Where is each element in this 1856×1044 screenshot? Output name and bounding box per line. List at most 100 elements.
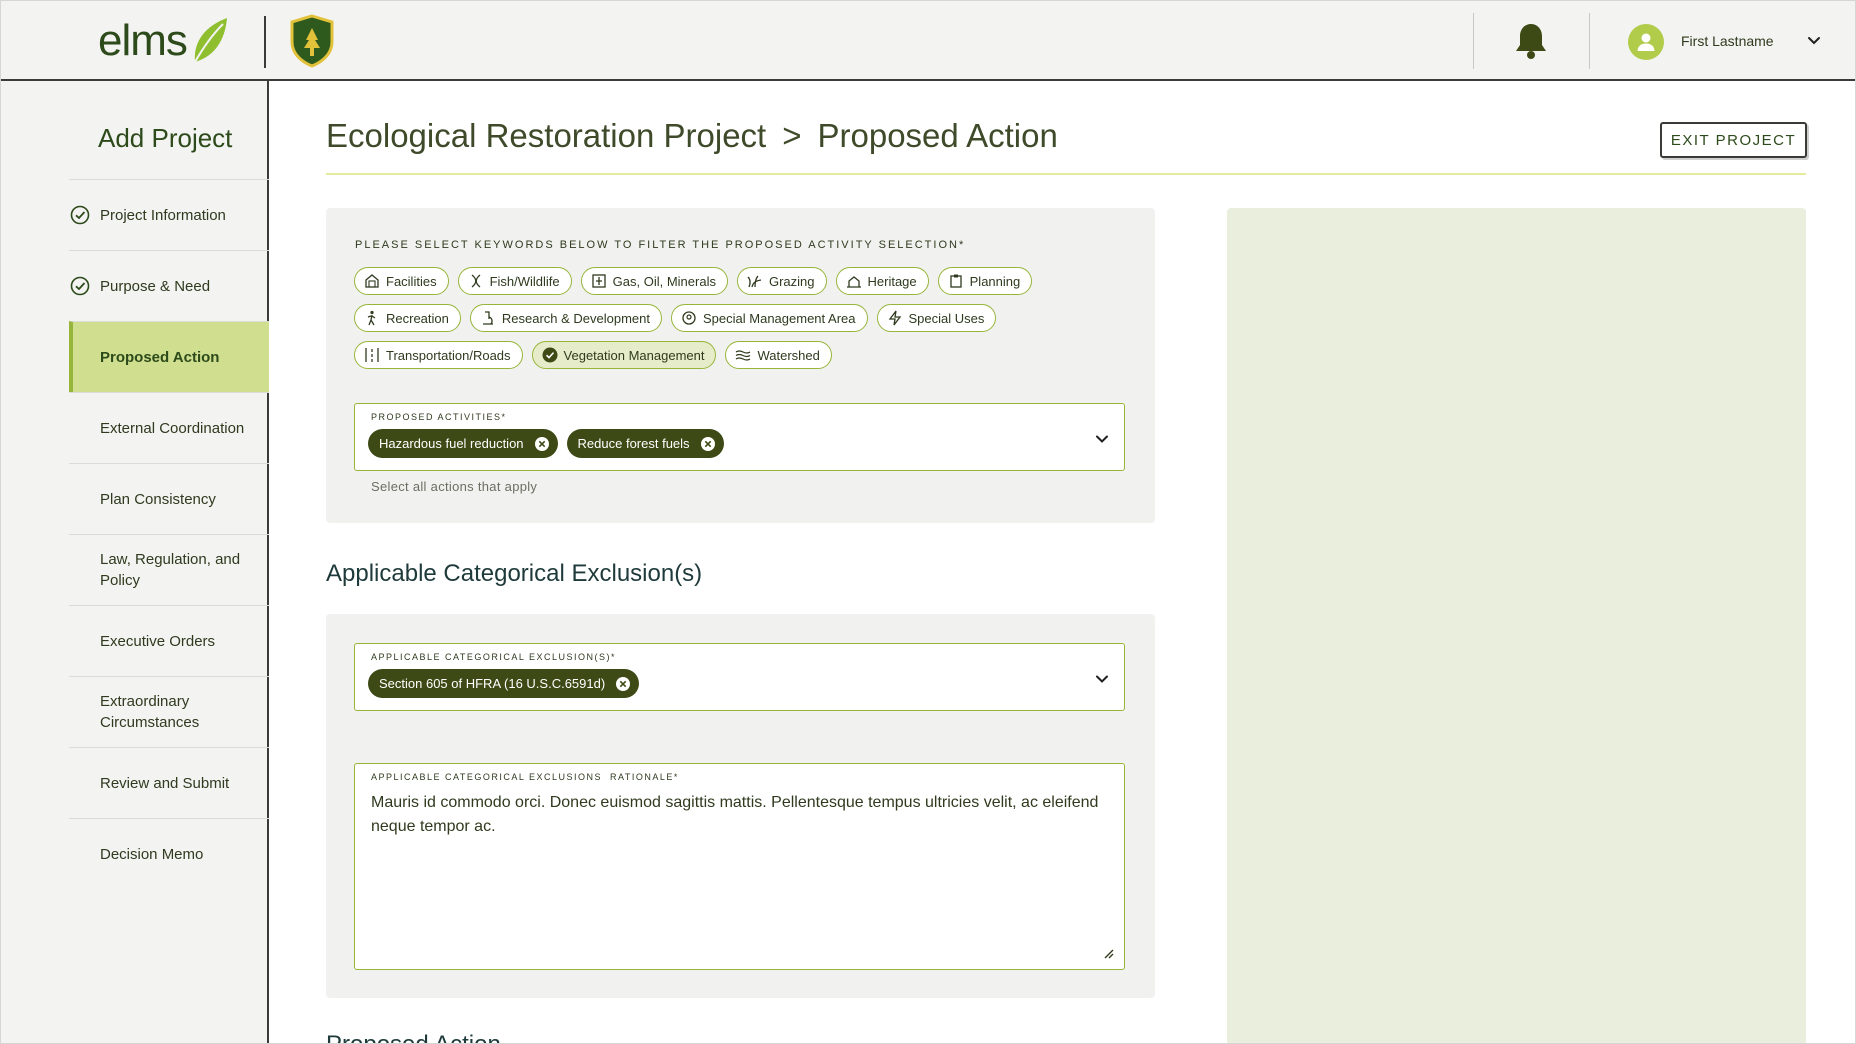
breadcrumb: Ecological Restoration Project > Proposed … <box>326 117 1058 155</box>
sidebar-item-label: Decision Memo <box>100 845 204 863</box>
tag-label: Reduce forest fuels <box>577 436 690 451</box>
keyword-chip-recreation[interactable]: Recreation <box>354 304 461 332</box>
close-circle-icon[interactable] <box>534 436 550 452</box>
sidebar-item-label: Law, Regulation, and Policy <box>100 551 241 589</box>
resize-handle-icon[interactable] <box>1102 947 1114 959</box>
field-label: APPLICABLE CATEGORICAL EXCLUSION(S)* <box>371 652 617 662</box>
sidebar-item-executive-orders[interactable]: Executive Orders <box>69 605 269 676</box>
field-label: APPLICABLE CATEGORICAL EXCLUSIONS RATION… <box>371 772 679 782</box>
check-circle-icon <box>70 205 90 225</box>
field-label: PROPOSED ACTIVITIES* <box>371 412 507 422</box>
categorical-exclusion-card: APPLICABLE CATEGORICAL EXCLUSION(S)* Sec… <box>326 614 1155 998</box>
sidebar-item-purpose-need[interactable]: Purpose & Need <box>69 250 269 321</box>
sidebar-item-project-information[interactable]: Project Information <box>69 179 269 250</box>
breadcrumb-separator: > <box>782 117 802 154</box>
keyword-chip-facilities[interactable]: Facilities <box>354 267 449 295</box>
keyword-chip-research-development[interactable]: Research & Development <box>469 304 663 332</box>
section-heading: Applicable Categorical Exclusion(s) <box>326 560 703 587</box>
chip-label: Vegetation Management <box>563 347 705 363</box>
chip-label: Watershed <box>757 347 820 363</box>
filter-label: PLEASE SELECT KEYWORDS BELOW TO FILTER T… <box>355 239 966 251</box>
logo-divider <box>264 16 266 68</box>
keyword-chip-special-uses[interactable]: Special Uses <box>876 304 997 332</box>
keyword-chip-planning[interactable]: Planning <box>937 267 1033 295</box>
chip-label: Gas, Oil, Minerals <box>612 273 716 289</box>
tag-label: Hazardous fuel reduction <box>379 436 524 451</box>
rationale-textarea[interactable]: APPLICABLE CATEGORICAL EXCLUSIONS RATION… <box>354 763 1125 970</box>
tag-label: Section 605 of HFRA (16 U.S.C.6591d) <box>379 676 606 691</box>
fish-icon <box>471 274 481 288</box>
sidebar-item-label: Extraordinary Circumstances <box>100 693 200 731</box>
side-panel <box>1227 208 1806 1043</box>
proposed-activities-select[interactable]: PROPOSED ACTIVITIES* Hazardous fuel redu… <box>354 403 1125 471</box>
elms-logo[interactable]: elms <box>98 15 229 67</box>
breadcrumb-project[interactable]: Ecological Restoration Project <box>326 117 766 154</box>
sidebar-item-decision-memo[interactable]: Decision Memo <box>69 818 269 889</box>
header-separator <box>1589 13 1590 69</box>
chip-label: Heritage <box>867 273 917 289</box>
sidebar-item-review-submit[interactable]: Review and Submit <box>69 747 269 818</box>
user-name[interactable]: First Lastname <box>1681 33 1774 49</box>
chip-label: Transportation/Roads <box>386 347 511 363</box>
selected-tag: Section 605 of HFRA (16 U.S.C.6591d) <box>368 669 640 698</box>
chevron-down-icon[interactable] <box>1094 671 1110 687</box>
keyword-chip-grazing[interactable]: Grazing <box>736 267 827 295</box>
chevron-down-icon[interactable] <box>1094 431 1110 447</box>
chip-label: Research & Development <box>501 310 651 326</box>
road-icon <box>365 348 379 362</box>
selected-tag: Reduce forest fuels <box>566 429 724 458</box>
sidebar-item-label: Executive Orders <box>100 632 216 650</box>
keyword-chip-group: Facilities Fish/Wildlife Gas, Oil, Miner… <box>354 267 1114 378</box>
user-icon <box>1637 33 1655 51</box>
chevron-down-icon[interactable] <box>1806 33 1822 49</box>
leaf-icon <box>194 18 227 63</box>
building-icon <box>365 274 379 288</box>
exit-project-button[interactable]: EXIT PROJECT <box>1660 122 1807 158</box>
sidebar-item-label: Plan Consistency <box>100 490 216 508</box>
keyword-chip-fish-wildlife[interactable]: Fish/Wildlife <box>457 267 572 295</box>
sidebar-item-extraordinary-circumstances[interactable]: Extraordinary Circumstances <box>69 676 269 747</box>
keyword-chip-special-management-area[interactable]: Special Management Area <box>671 304 868 332</box>
sidebar-item-proposed-action[interactable]: Proposed Action <box>69 321 269 392</box>
sidebar-item-external-coordination[interactable]: External Coordination <box>69 392 269 463</box>
check-circle-icon <box>70 276 90 296</box>
keyword-chip-gas-oil-minerals[interactable]: Gas, Oil, Minerals <box>580 267 728 295</box>
derrick-icon <box>592 274 606 288</box>
landmark-icon <box>846 276 861 288</box>
keyword-chip-heritage[interactable]: Heritage <box>835 267 929 295</box>
waves-icon <box>736 350 751 361</box>
app-window: elms First Lastname Add Project Project … <box>0 0 1856 1044</box>
selected-tag: Hazardous fuel reduction <box>368 429 558 458</box>
hiker-icon <box>367 310 376 326</box>
close-circle-icon[interactable] <box>700 436 716 452</box>
activity-filter-card: PLEASE SELECT KEYWORDS BELOW TO FILTER T… <box>326 208 1155 523</box>
sidebar: Add Project Project Information Purpose … <box>1 81 269 1043</box>
sidebar-item-plan-consistency[interactable]: Plan Consistency <box>69 463 269 534</box>
close-circle-icon[interactable] <box>615 676 631 692</box>
page-title: Proposed Action <box>817 117 1058 154</box>
grass-icon <box>747 275 762 288</box>
chip-label: Fish/Wildlife <box>489 273 560 289</box>
sidebar-item-law-regulation-policy[interactable]: Law, Regulation, and Policy <box>69 534 269 605</box>
keyword-chip-watershed[interactable]: Watershed <box>725 341 832 369</box>
sidebar-title: Add Project <box>98 123 233 153</box>
top-header: elms First Lastname <box>1 1 1855 81</box>
user-avatar[interactable] <box>1628 24 1664 60</box>
map-pin-icon <box>682 311 696 325</box>
title-divider <box>326 173 1806 175</box>
categorical-exclusion-select[interactable]: APPLICABLE CATEGORICAL EXCLUSION(S)* Sec… <box>354 643 1125 711</box>
sidebar-nav: Project Information Purpose & Need Propo… <box>69 179 269 889</box>
sidebar-item-label: External Coordination <box>100 419 245 437</box>
sidebar-item-label: Review and Submit <box>100 774 230 792</box>
sidebar-item-label: Purpose & Need <box>100 277 211 295</box>
bell-icon[interactable] <box>1514 21 1548 59</box>
chip-label: Grazing <box>768 273 815 289</box>
chip-label: Planning <box>969 273 1021 289</box>
selected-tag-group: Hazardous fuel reduction Reduce forest f… <box>368 429 724 458</box>
header-separator <box>1473 13 1474 69</box>
keyword-chip-transportation-roads[interactable]: Transportation/Roads <box>354 341 523 369</box>
rationale-text[interactable]: Mauris id commodo orci. Donec euismod sa… <box>371 791 1111 839</box>
keyword-chip-vegetation-management[interactable]: Vegetation Management <box>531 341 717 369</box>
logo-text: elms <box>98 16 188 65</box>
chip-label: Special Management Area <box>703 310 856 326</box>
